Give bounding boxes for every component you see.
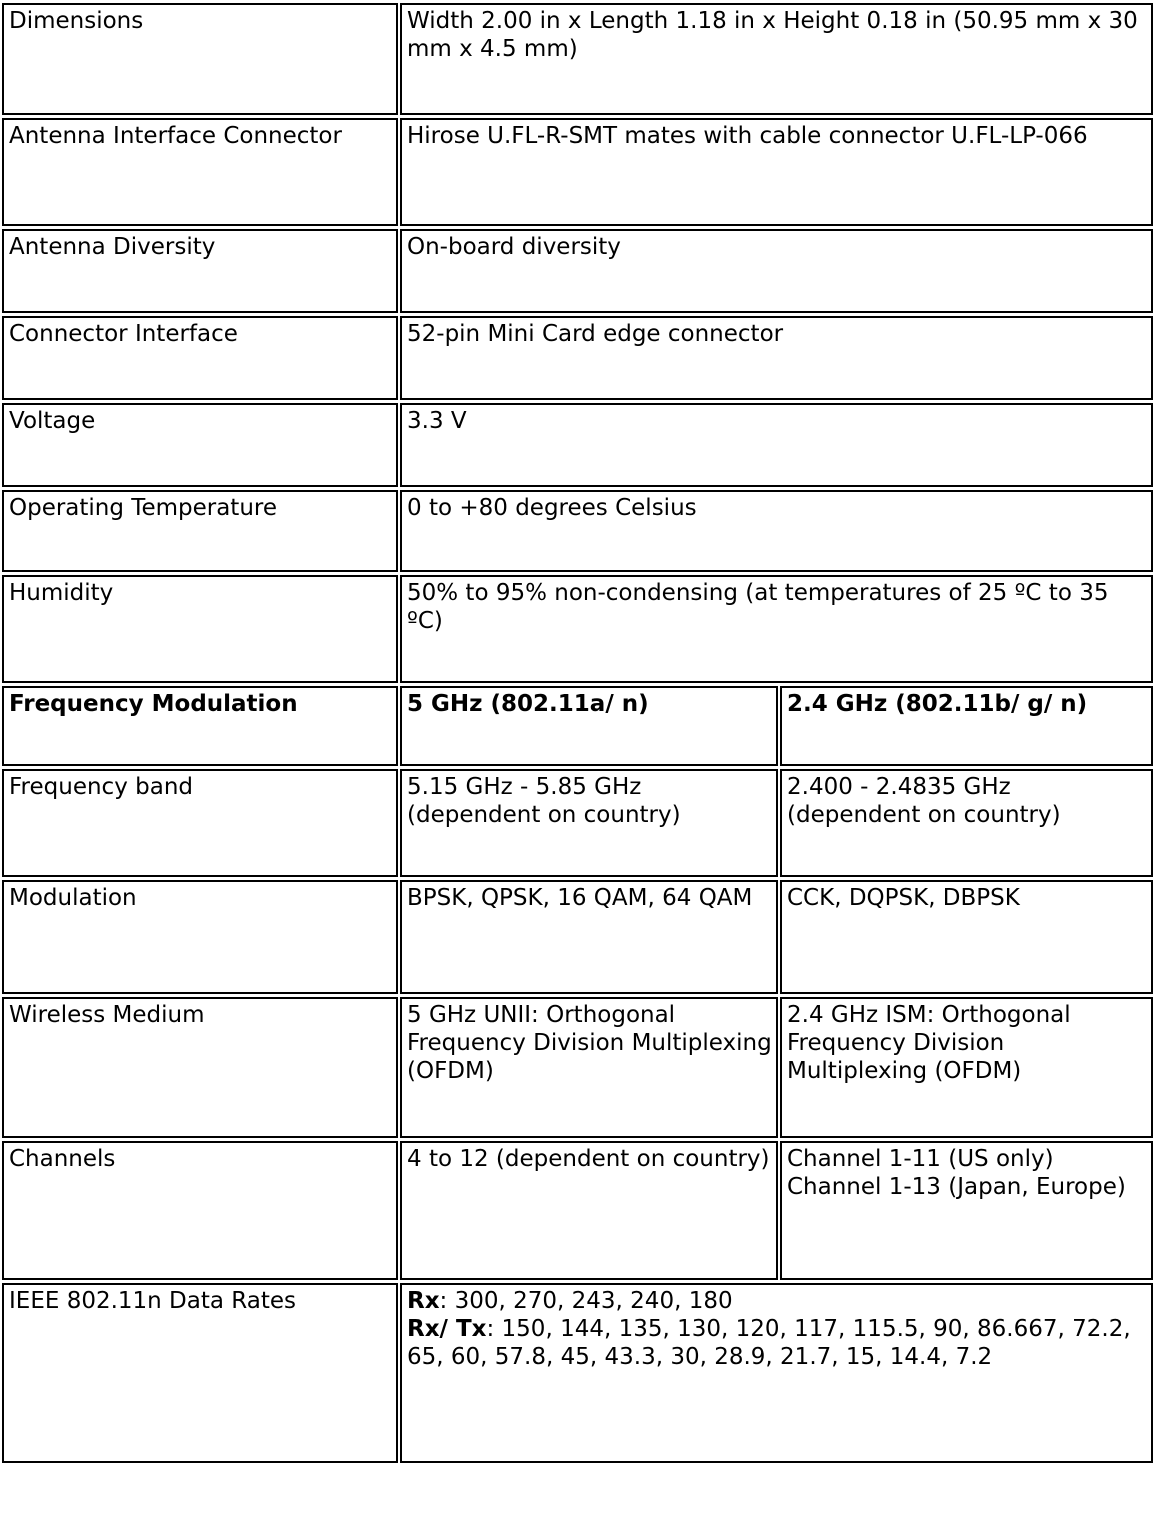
rx-values: : 300, 270, 243, 240, 180 — [439, 1288, 733, 1314]
row-value-voltage: 3.3 V — [400, 403, 1154, 487]
table-row: Modulation BPSK, QPSK, 16 QAM, 64 QAM CC… — [2, 880, 1154, 994]
row-value-connector-interface: 52-pin Mini Card edge connector — [400, 316, 1154, 400]
row-label-antenna-diversity: Antenna Diversity — [2, 229, 398, 313]
row-value-channels-5ghz: 4 to 12 (dependent on country) — [400, 1141, 778, 1280]
row-label-voltage: Voltage — [2, 403, 398, 487]
table-row: Antenna Interface Connector Hirose U.FL-… — [2, 118, 1154, 226]
channels-24ghz-line-1: Channel 1-11 (US only) — [787, 1146, 1054, 1172]
row-label-frequency-band: Frequency band — [2, 769, 398, 877]
table-row: Dimensions Width 2.00 in x Length 1.18 i… — [2, 3, 1154, 115]
table-row: Frequency band 5.15 GHz - 5.85 GHz (depe… — [2, 769, 1154, 877]
rxtx-label: Rx/ Tx — [407, 1316, 487, 1343]
table-row: Channels 4 to 12 (dependent on country) … — [2, 1141, 1154, 1280]
row-value-operating-temperature: 0 to +80 degrees Celsius — [400, 490, 1154, 572]
row-value-frequency-band-5ghz: 5.15 GHz - 5.85 GHz (dependent on countr… — [400, 769, 778, 877]
row-value-modulation-24ghz: CCK, DQPSK, DBPSK — [780, 880, 1154, 994]
row-label-humidity: Humidity — [2, 575, 398, 683]
table-row: Humidity 50% to 95% non-condensing (at t… — [2, 575, 1154, 683]
row-value-dimensions: Width 2.00 in x Length 1.18 in x Height … — [400, 3, 1154, 115]
row-value-antenna-diversity: On-board diversity — [400, 229, 1154, 313]
table-header-row: Frequency Modulation 5 GHz (802.11a/ n) … — [2, 686, 1154, 766]
header-24ghz: 2.4 GHz (802.11b/ g/ n) — [780, 686, 1154, 766]
row-label-antenna-interface-connector: Antenna Interface Connector — [2, 118, 398, 226]
row-label-ieee-802-11n-data-rates: IEEE 802.11n Data Rates — [2, 1283, 398, 1463]
table-row: Operating Temperature 0 to +80 degrees C… — [2, 490, 1154, 572]
header-label-frequency-modulation: Frequency Modulation — [2, 686, 398, 766]
row-label-channels: Channels — [2, 1141, 398, 1280]
header-5ghz: 5 GHz (802.11a/ n) — [400, 686, 778, 766]
row-label-dimensions: Dimensions — [2, 3, 398, 115]
row-value-wireless-medium-24ghz: 2.4 GHz ISM: Orthogonal Frequency Divisi… — [780, 997, 1154, 1138]
table-row: Wireless Medium 5 GHz UNII: Orthogonal F… — [2, 997, 1154, 1138]
row-value-channels-24ghz: Channel 1-11 (US only) Channel 1-13 (Jap… — [780, 1141, 1154, 1280]
row-label-wireless-medium: Wireless Medium — [2, 997, 398, 1138]
table-row: Voltage 3.3 V — [2, 403, 1154, 487]
table-row: Connector Interface 52-pin Mini Card edg… — [2, 316, 1154, 400]
row-label-connector-interface: Connector Interface — [2, 316, 398, 400]
row-value-humidity: 50% to 95% non-condensing (at temperatur… — [400, 575, 1154, 683]
rx-label: Rx — [407, 1288, 440, 1314]
row-label-modulation: Modulation — [2, 880, 398, 994]
rxtx-values: : 150, 144, 135, 130, 120, 117, 115.5, 9… — [407, 1316, 1131, 1371]
channels-24ghz-line-2: Channel 1-13 (Japan, Europe) — [787, 1174, 1126, 1201]
row-label-operating-temperature: Operating Temperature — [2, 490, 398, 572]
table-row: Antenna Diversity On-board diversity — [2, 229, 1154, 313]
row-value-modulation-5ghz: BPSK, QPSK, 16 QAM, 64 QAM — [400, 880, 778, 994]
row-value-wireless-medium-5ghz: 5 GHz UNII: Orthogonal Frequency Divisio… — [400, 997, 778, 1138]
row-value-ieee-802-11n-data-rates: Rx: 300, 270, 243, 240, 180 Rx/ Tx: 150,… — [400, 1283, 1154, 1463]
specifications-table: Dimensions Width 2.00 in x Length 1.18 i… — [0, 0, 1155, 1466]
table-row: IEEE 802.11n Data Rates Rx: 300, 270, 24… — [2, 1283, 1154, 1463]
row-value-antenna-interface-connector: Hirose U.FL-R-SMT mates with cable conne… — [400, 118, 1154, 226]
data-rates-rxtx-line: Rx/ Tx: 150, 144, 135, 130, 120, 117, 11… — [407, 1316, 1131, 1370]
row-value-frequency-band-24ghz: 2.400 - 2.4835 GHz (dependent on country… — [780, 769, 1154, 877]
data-rates-rx-line: Rx: 300, 270, 243, 240, 180 — [407, 1287, 1147, 1315]
